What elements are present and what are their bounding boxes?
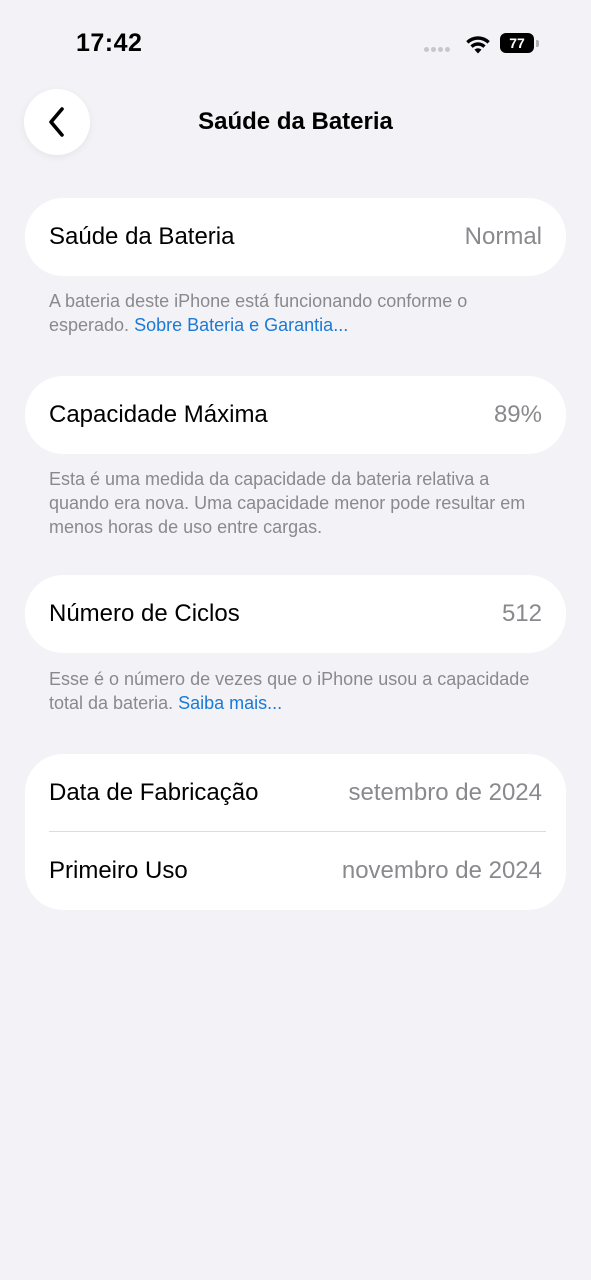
first-use-row: Primeiro Uso novembro de 2024 (25, 832, 566, 910)
maximum-capacity-label: Capacidade Máxima (49, 401, 268, 428)
cycle-count-label: Número de Ciclos (49, 600, 240, 627)
first-use-label: Primeiro Uso (49, 857, 188, 884)
dates-card: Data de Fabricação setembro de 2024 Prim… (25, 754, 566, 910)
manufacture-date-label: Data de Fabricação (49, 779, 259, 806)
manufacture-date-value: setembro de 2024 (348, 779, 542, 806)
battery-level: 77 (500, 33, 534, 53)
battery-health-note: A bateria deste iPhone está funcionando … (49, 289, 549, 337)
status-bar: 17:42 77 (0, 0, 591, 80)
maximum-capacity-value: 89% (493, 401, 542, 428)
maximum-capacity-card: Capacidade Máxima 89% (25, 376, 566, 454)
navigation-bar: Saúde da Bateria (0, 88, 591, 158)
cycle-count-row: Número de Ciclos 512 (25, 575, 566, 653)
wifi-icon (466, 36, 490, 54)
battery-icon: 77 (500, 33, 540, 55)
cellular-signal-icon (424, 47, 450, 52)
manufacture-date-row: Data de Fabricação setembro de 2024 (25, 754, 566, 832)
battery-health-card: Saúde da Bateria Normal (25, 198, 566, 276)
battery-health-value: Normal (464, 223, 542, 250)
cycle-count-value: 512 (501, 600, 542, 627)
battery-health-row: Saúde da Bateria Normal (25, 198, 566, 276)
status-time: 17:42 (76, 29, 143, 57)
cycle-count-note: Esse é o número de vezes que o iPhone us… (49, 667, 549, 715)
first-use-value: novembro de 2024 (341, 857, 542, 884)
cycle-count-card: Número de Ciclos 512 (25, 575, 566, 653)
maximum-capacity-note: Esta é uma medida da capacidade da bater… (49, 469, 526, 537)
battery-health-label: Saúde da Bateria (49, 223, 235, 250)
page-title: Saúde da Bateria (198, 108, 393, 135)
cycle-count-note-text: Esse é o número de vezes que o iPhone us… (49, 669, 530, 713)
learn-more-link[interactable]: Saiba mais... (178, 693, 282, 713)
maximum-capacity-row: Capacidade Máxima 89% (25, 376, 566, 454)
battery-warranty-link[interactable]: Sobre Bateria e Garantia... (134, 315, 348, 335)
